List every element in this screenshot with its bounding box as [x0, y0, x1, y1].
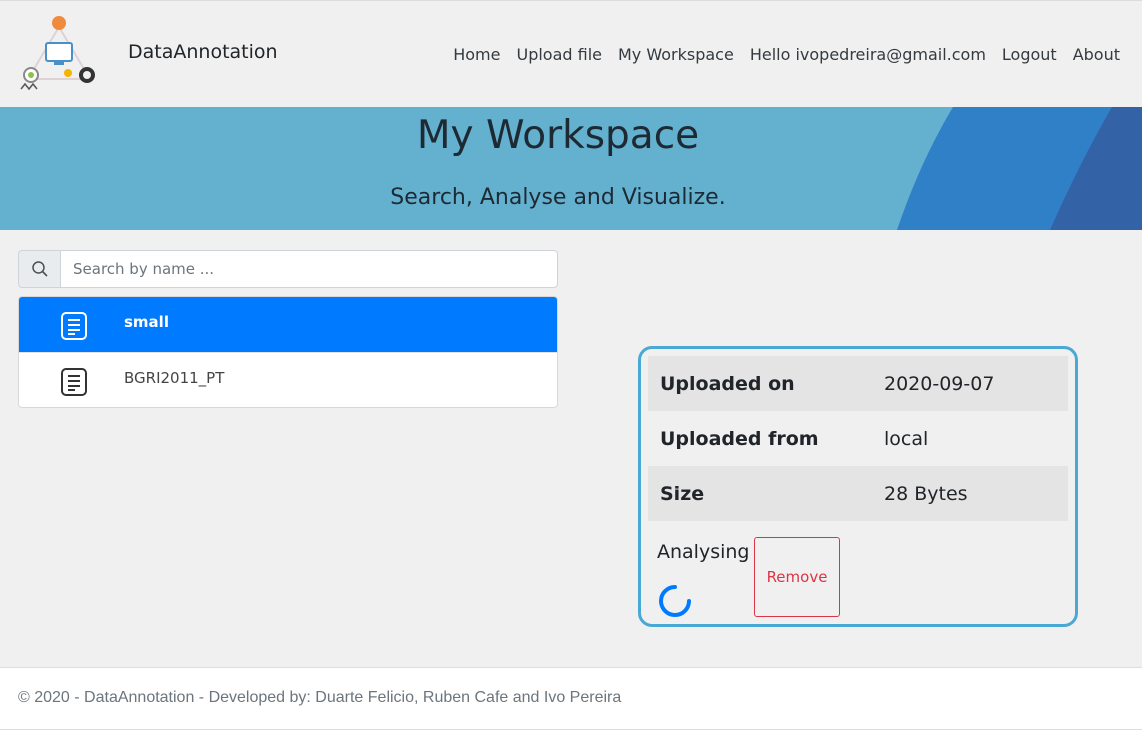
status-text: Analysing — [657, 541, 750, 563]
table-row: Uploaded from local — [648, 411, 1068, 466]
nav-links: Home Upload file My Workspace Hello ivop… — [453, 45, 1120, 64]
footer: © 2020 - DataAnnotation - Developed by: … — [0, 667, 1142, 730]
file-name: BGRI2011_PT — [124, 369, 225, 387]
document-icon — [61, 368, 87, 396]
detail-value: 28 Bytes — [884, 466, 1068, 521]
nav-about[interactable]: About — [1073, 45, 1120, 64]
loading-spinner-icon — [659, 585, 691, 617]
nav-home[interactable]: Home — [453, 45, 500, 64]
file-details-card: Uploaded on 2020-09-07 Uploaded from loc… — [638, 346, 1078, 627]
remove-button[interactable]: Remove — [754, 537, 840, 617]
table-row: Size 28 Bytes — [648, 466, 1068, 521]
file-name: small — [124, 313, 169, 331]
brand-name[interactable]: DataAnnotation — [128, 41, 278, 63]
detail-key: Uploaded from — [660, 427, 819, 450]
list-item[interactable]: small — [19, 297, 557, 352]
table-row: Uploaded on 2020-09-07 — [648, 356, 1068, 411]
logo-icon[interactable] — [16, 13, 102, 97]
detail-key: Size — [648, 466, 884, 521]
search-icon — [18, 250, 60, 288]
footer-text: © 2020 - DataAnnotation - Developed by: … — [18, 689, 622, 706]
list-item[interactable]: BGRI2011_PT — [19, 352, 557, 407]
nav-logout[interactable]: Logout — [1002, 45, 1057, 64]
search-input[interactable] — [60, 250, 558, 288]
document-icon — [61, 312, 87, 340]
page-banner: My Workspace Search, Analyse and Visuali… — [0, 107, 1142, 230]
detail-value: local — [884, 427, 929, 450]
nav-my-workspace[interactable]: My Workspace — [618, 45, 734, 64]
file-details-table: Uploaded on 2020-09-07 Uploaded from loc… — [648, 356, 1068, 521]
detail-key: Uploaded on — [648, 356, 884, 411]
page-title: My Workspace — [416, 113, 700, 158]
search-group — [18, 250, 558, 288]
page-subtitle: Search, Analyse and Visualize. — [390, 185, 726, 210]
nav-upload-file[interactable]: Upload file — [516, 45, 602, 64]
navbar: DataAnnotation Home Upload file My Works… — [0, 0, 1142, 107]
file-list: small BGRI2011_PT — [18, 296, 558, 408]
nav-user-greeting[interactable]: Hello ivopedreira@gmail.com — [750, 45, 986, 64]
detail-value: 2020-09-07 — [884, 356, 1068, 411]
